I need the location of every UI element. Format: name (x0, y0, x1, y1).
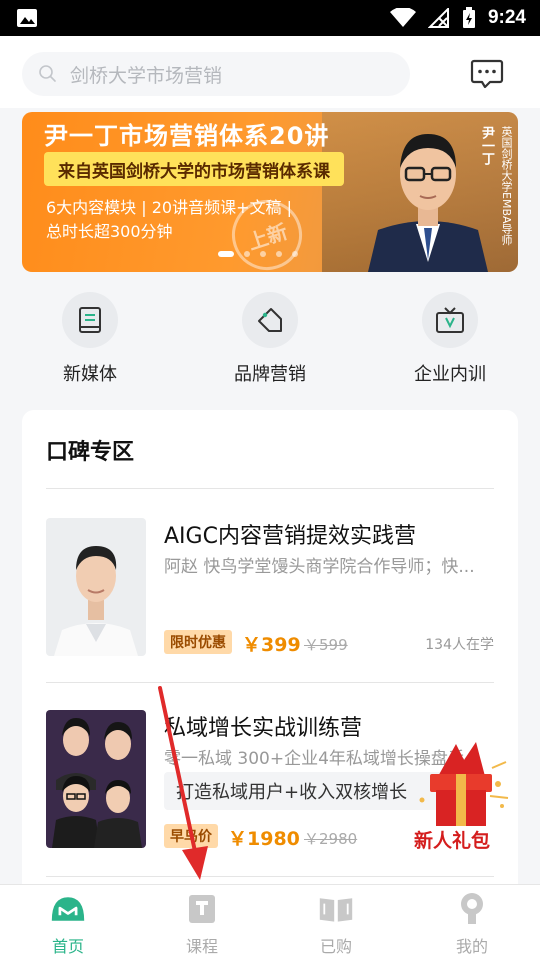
tab-label: 已购 (319, 937, 352, 956)
banner-subtitle: 来自英国剑桥大学的市场营销体系课 (44, 152, 344, 186)
section-title: 口碑专区 (46, 440, 135, 465)
category-row: 新媒体 品牌营销 企业内训 (0, 292, 540, 392)
early-bird-badge: 早鸟价 (164, 824, 218, 848)
banner-dot[interactable] (260, 251, 266, 257)
course-thumbnail (46, 710, 146, 848)
home-icon (51, 897, 85, 921)
course-original-price: ￥599 (304, 636, 348, 654)
battery-charging-icon (462, 7, 475, 28)
category-brand-marketing[interactable]: 品牌营销 (205, 292, 335, 386)
new-user-gift[interactable]: 新人礼包 (406, 740, 516, 858)
profile-icon (461, 893, 483, 924)
gift-box-icon (419, 742, 509, 826)
course-title: AIGC内容营销提效实践营 (164, 524, 416, 549)
tab-label: 我的 (455, 937, 488, 956)
course-thumbnail (46, 518, 146, 656)
search-placeholder: 剑桥大学市场营销 (70, 64, 223, 87)
book-icon (79, 307, 101, 333)
search-icon (39, 65, 56, 82)
course-price: ￥399 (242, 634, 301, 656)
banner-pagination (218, 251, 298, 257)
course-title: 私域增长实战训练营 (164, 716, 363, 741)
category-corporate-training[interactable]: 企业内训 (385, 292, 515, 386)
video-icon (436, 307, 464, 333)
course-description: 阿赵 快鸟学堂馒头商学院合作导师；快... (164, 557, 475, 577)
search-bar[interactable]: 剑桥大学市场营销 (22, 52, 410, 96)
no-signal-icon (427, 8, 449, 28)
tab-label: 课程 (185, 937, 218, 956)
message-icon[interactable] (470, 58, 504, 90)
instructor-photo (368, 134, 488, 272)
tab-courses[interactable]: 课程 (162, 891, 242, 957)
purchased-icon (319, 898, 353, 922)
top-bar: 剑桥大学市场营销 (0, 36, 540, 108)
image-notification-icon (17, 9, 37, 27)
tag-icon (258, 308, 282, 332)
discount-badge: 限时优惠 (164, 630, 232, 654)
course-item[interactable]: AIGC内容营销提效实践营 阿赵 快鸟学堂馒头商学院合作导师；快... 限时优惠… (46, 518, 494, 658)
banner-line-2: 总时长超300分钟 (46, 222, 173, 241)
category-label: 品牌营销 (234, 364, 306, 385)
category-label: 新媒体 (63, 364, 117, 385)
bottom-tab-bar: 首页 课程 已购 我的 (0, 884, 540, 960)
instructor-title: 英国剑桥大学EMBA导师 (500, 126, 513, 246)
status-bar: 9:24 (0, 0, 540, 36)
learner-count: 134人在学 (425, 637, 494, 653)
divider (46, 682, 494, 683)
tab-profile[interactable]: 我的 (432, 891, 512, 957)
tab-home[interactable]: 首页 (28, 891, 108, 957)
course-icon (189, 895, 215, 923)
tab-purchased[interactable]: 已购 (296, 891, 376, 957)
instructor-name: 尹一丁 (479, 126, 494, 165)
course-original-price: ￥2980 (304, 830, 358, 848)
wifi-icon (389, 8, 416, 27)
banner-dot[interactable] (244, 251, 250, 257)
banner-dot[interactable] (276, 251, 282, 257)
promo-banner[interactable]: 尹一丁市场营销体系20讲 来自英国剑桥大学的市场营销体系课 6大内容模块 | 2… (22, 112, 518, 272)
course-price: ￥1980 (228, 828, 300, 850)
category-new-media[interactable]: 新媒体 (25, 292, 155, 386)
tab-label: 首页 (51, 937, 84, 956)
category-label: 企业内训 (414, 364, 486, 385)
status-time: 9:24 (487, 7, 526, 28)
gift-label: 新人礼包 (414, 830, 491, 852)
banner-dot[interactable] (218, 251, 234, 257)
banner-dot[interactable] (292, 251, 298, 257)
banner-title: 尹一丁市场营销体系20讲 (44, 122, 330, 150)
divider (46, 876, 494, 877)
divider (46, 488, 494, 489)
